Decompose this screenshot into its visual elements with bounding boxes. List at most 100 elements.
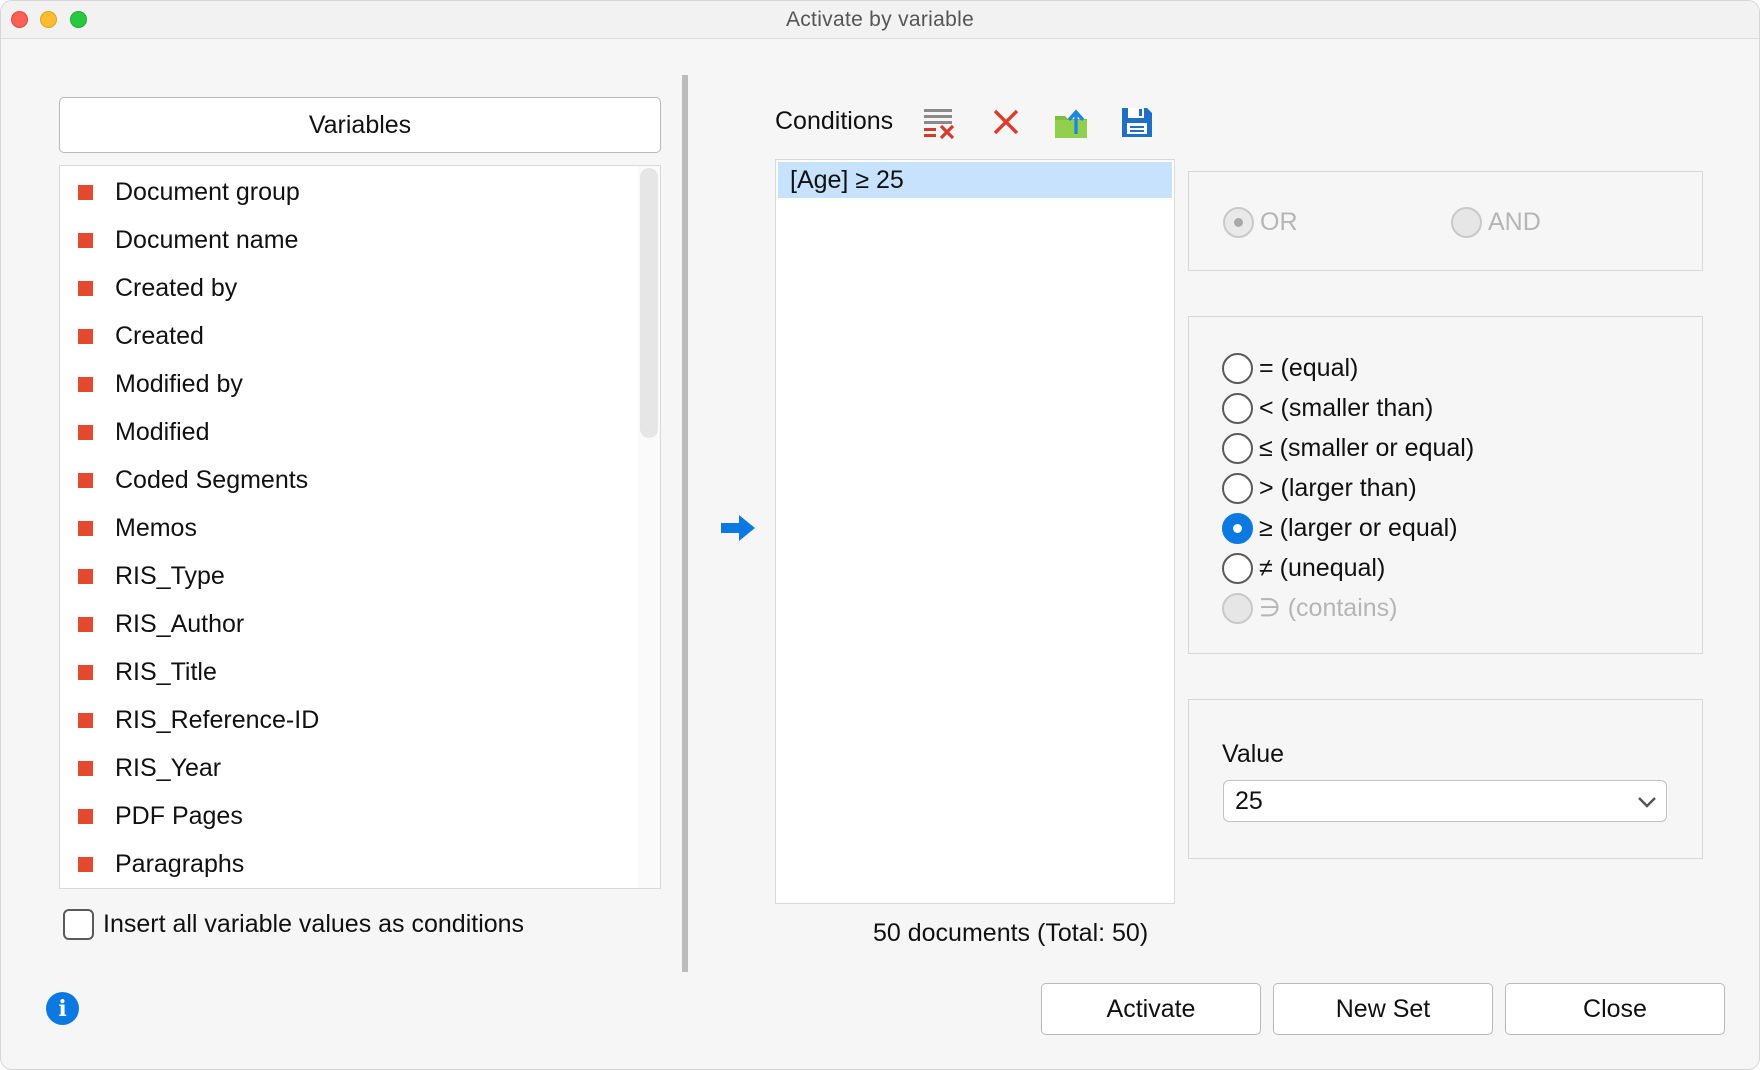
value-text: 25 [1235,787,1263,815]
operator-unequal[interactable]: ≠ (unequal) [1222,548,1385,588]
chevron-down-icon[interactable] [1636,791,1658,813]
variable-label: Memos [115,513,197,542]
save-icon[interactable] [1119,104,1155,140]
variables-header-button[interactable]: Variables [59,97,661,153]
operator-radio[interactable] [1222,352,1253,384]
insert-all-values-label: Insert all variable values as conditions [103,910,525,938]
add-condition-arrow-icon[interactable] [719,513,757,543]
variable-marker-icon [78,760,93,776]
variable-list-item[interactable]: RIS_Title [60,648,660,696]
variable-label: Document group [115,177,300,206]
or-label: OR [1260,208,1298,236]
logic-panel: OR AND [1188,171,1703,271]
delete-icon[interactable] [988,104,1024,140]
operator-contains[interactable]: ∋ (contains) [1222,588,1398,628]
operator-radio[interactable] [1222,512,1253,544]
variable-list-item[interactable]: RIS_Author [60,600,660,648]
operator-larger-than[interactable]: > (larger than) [1222,468,1417,508]
operator-equal[interactable]: = (equal) [1222,348,1358,388]
variable-list-item[interactable]: Coded Segments [60,456,660,504]
variable-label: RIS_Type [115,561,225,590]
window-title: Activate by variable [785,8,975,31]
variable-marker-icon [78,664,93,680]
variable-marker-icon [78,568,93,584]
variable-label: Coded Segments [115,465,309,494]
variable-marker-icon [78,472,93,488]
operator-radio[interactable] [1222,552,1253,584]
variable-marker-icon [78,184,93,200]
operator-radio[interactable] [1222,592,1253,624]
value-panel: Value 25 [1188,699,1703,859]
document-count: 50 documents (Total: 50) [873,919,1149,947]
pane-splitter[interactable] [682,75,688,972]
variable-list-item[interactable]: Created [60,312,660,360]
variable-marker-icon [78,856,93,872]
variables-list[interactable]: Document group Document name Created by Cre… [59,165,661,889]
and-label: AND [1488,208,1541,236]
operator-label: > (larger than) [1259,473,1417,502]
operator-label: = (equal) [1259,353,1359,382]
variable-list-item[interactable]: RIS_Reference-ID [60,696,660,744]
variable-marker-icon [78,280,93,296]
variable-list-item[interactable]: Memos [60,504,660,552]
variable-label: Created by [115,273,238,302]
close-button[interactable]: Close [1505,983,1725,1035]
variable-label: Document name [115,225,299,254]
variable-marker-icon [78,424,93,440]
conditions-title: Conditions [775,107,894,135]
value-combobox[interactable]: 25 [1223,780,1667,822]
operator-smaller-or-equal[interactable]: ≤ (smaller or equal) [1222,428,1474,468]
variable-marker-icon [78,328,93,344]
variable-label: Modified by [115,369,243,398]
or-radio[interactable] [1223,207,1254,238]
variable-list-item[interactable]: Document group [60,168,660,216]
variable-list-item[interactable]: RIS_Year [60,744,660,792]
variables-scrollbar[interactable] [638,166,660,888]
insert-all-values-option[interactable]: Insert all variable values as conditions [63,909,524,940]
variable-label: Modified [115,417,210,446]
insert-all-values-checkbox[interactable] [63,909,94,940]
or-option[interactable]: OR [1223,207,1298,238]
title-bar: Activate by variable [1,1,1759,39]
variable-list-item[interactable]: Created by [60,264,660,312]
variable-label: RIS_Author [115,609,245,638]
conditions-list[interactable]: [Age] ≥ 25 [775,159,1175,904]
variable-label: PDF Pages [115,801,243,830]
operator-label: ≥ (larger or equal) [1259,513,1458,542]
operator-label: ≠ (unequal) [1259,553,1386,582]
variable-list-item[interactable]: Modified [60,408,660,456]
info-icon[interactable]: i [46,992,79,1025]
operator-radio[interactable] [1222,472,1253,504]
variable-list-item[interactable]: Document name [60,216,660,264]
clear-list-icon[interactable] [921,104,957,140]
variable-marker-icon [78,520,93,536]
and-radio[interactable] [1451,207,1482,238]
variable-label: RIS_Reference-ID [115,705,320,734]
variable-list-item[interactable]: PDF Pages [60,792,660,840]
variable-marker-icon [78,616,93,632]
operators-panel: = (equal) < (smaller than) ≤ (smaller or… [1188,316,1703,654]
operator-label: < (smaller than) [1259,393,1434,422]
variable-marker-icon [78,712,93,728]
operator-radio[interactable] [1222,392,1253,424]
new-set-button[interactable]: New Set [1273,983,1493,1035]
export-icon[interactable] [1053,104,1089,140]
operator-label: ∋ (contains) [1259,594,1398,622]
operator-radio[interactable] [1222,432,1253,464]
operator-label: ≤ (smaller or equal) [1259,433,1475,462]
variable-marker-icon [78,232,93,248]
variable-label: Created [115,321,204,350]
operator-larger-or-equal[interactable]: ≥ (larger or equal) [1222,508,1458,548]
variable-list-item[interactable]: Modified by [60,360,660,408]
variable-label: RIS_Year [115,753,222,782]
variable-label: RIS_Title [115,657,217,686]
variable-list-item[interactable]: RIS_Type [60,552,660,600]
condition-item[interactable]: [Age] ≥ 25 [778,162,1172,198]
variable-list-item[interactable]: Paragraphs [60,840,660,888]
activate-button[interactable]: Activate [1041,983,1261,1035]
variables-scrollbar-thumb[interactable] [640,168,658,438]
value-label: Value [1222,740,1285,768]
and-option[interactable]: AND [1451,207,1541,238]
operator-smaller-than[interactable]: < (smaller than) [1222,388,1433,428]
dialog-window: Activate by variable Variables Document … [0,0,1760,1070]
